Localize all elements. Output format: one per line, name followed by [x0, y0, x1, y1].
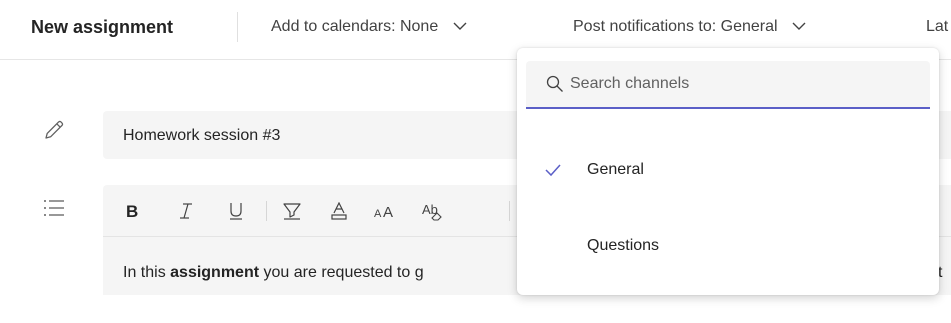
chevron-down-icon: [453, 18, 467, 36]
add-to-calendars-dropdown[interactable]: Add to calendars: None: [271, 18, 467, 36]
italic-button[interactable]: [175, 197, 197, 225]
search-channels-input[interactable]: Search channels: [526, 61, 930, 109]
clear-formatting-icon[interactable]: Ab: [421, 197, 445, 225]
post-notifications-dropdown[interactable]: Post notifications to: General: [573, 18, 806, 36]
toolbar-divider: [266, 201, 267, 221]
search-placeholder: Search channels: [570, 75, 690, 92]
late-dropdown[interactable]: Lat: [926, 18, 948, 36]
page-title: New assignment: [31, 17, 174, 37]
chevron-down-icon: [792, 18, 806, 36]
instructions-text-start: In this: [123, 264, 171, 281]
late-label: Lat: [926, 18, 949, 35]
bold-button[interactable]: B: [121, 197, 143, 225]
highlight-icon[interactable]: [280, 197, 304, 225]
assignment-title-value: Homework session #3: [123, 127, 281, 144]
channel-option-questions[interactable]: Questions: [517, 223, 939, 271]
list-icon: [43, 199, 65, 222]
channel-option-label: Questions: [587, 237, 660, 254]
pencil-icon: [43, 119, 65, 146]
instructions-text-middle: you are requested to: [259, 264, 415, 281]
add-to-calendars-label: Add to calendars: None: [271, 18, 439, 36]
instructions-bold-word: assignment: [170, 264, 260, 281]
channel-dropdown-panel: Search channels General Questions: [517, 48, 939, 295]
header-divider: [237, 12, 238, 42]
search-icon: [546, 75, 564, 98]
underline-button[interactable]: [225, 197, 247, 225]
svg-text:B: B: [126, 203, 138, 219]
font-size-icon[interactable]: A A: [373, 197, 399, 225]
instructions-underlined-text: g: [414, 264, 424, 281]
font-color-icon[interactable]: [328, 197, 350, 225]
channel-option-label: General: [587, 161, 644, 178]
svg-text:A: A: [374, 208, 382, 219]
svg-text:A: A: [383, 204, 393, 219]
post-notifications-label: Post notifications to: General: [573, 18, 778, 36]
checkmark-icon: [545, 163, 561, 182]
toolbar-divider: [509, 201, 510, 221]
instructions-text[interactable]: In this assignment you are requested to …: [123, 264, 424, 282]
channel-option-general[interactable]: General: [517, 147, 939, 195]
